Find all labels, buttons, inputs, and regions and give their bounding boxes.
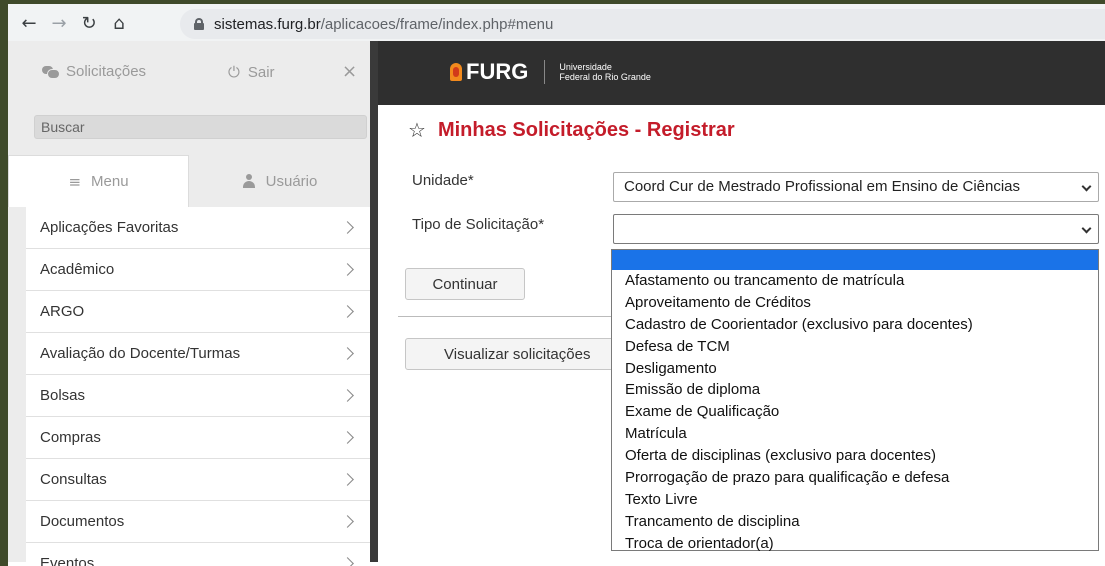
solicitacoes-button[interactable]: Solicitações xyxy=(42,63,146,80)
sidebar-item-consultas[interactable]: Consultas xyxy=(26,459,370,501)
dropdown-option[interactable]: Exame de Qualificação xyxy=(612,401,1098,423)
url-field[interactable]: sistemas.furg.br/aplicacoes/frame/index.… xyxy=(180,9,1105,39)
sidebar-item-avaliacao[interactable]: Avaliação do Docente/Turmas xyxy=(26,333,370,375)
url-host: sistemas.furg.br xyxy=(214,15,321,33)
chevron-right-icon xyxy=(341,515,354,528)
tab-usuario[interactable]: Usuário xyxy=(189,155,370,207)
chevron-down-icon xyxy=(1081,223,1092,234)
sidebar-item-compras[interactable]: Compras xyxy=(26,417,370,459)
unidade-value: Coord Cur de Mestrado Profissional em En… xyxy=(624,178,1021,195)
forward-icon[interactable]: → xyxy=(44,9,74,39)
chevron-right-icon xyxy=(341,263,354,276)
page-title-row: ☆ Minhas Solicitações - Registrar xyxy=(408,118,735,142)
chevron-right-icon xyxy=(341,221,354,234)
tipo-select[interactable] xyxy=(613,214,1099,244)
dropdown-option[interactable]: Texto Livre xyxy=(612,489,1098,511)
sidebar-item-favoritas[interactable]: Aplicações Favoritas xyxy=(26,207,370,249)
sidebar-divider xyxy=(370,41,378,562)
power-icon: ⏻ xyxy=(228,63,240,81)
back-icon[interactable]: ← xyxy=(14,9,44,39)
tab-menu[interactable]: ≡ Menu xyxy=(8,155,189,207)
unidade-label: Unidade* xyxy=(412,172,474,189)
lock-icon xyxy=(194,18,204,30)
sidebar-item-argo[interactable]: ARGO xyxy=(26,291,370,333)
visualizar-button[interactable]: Visualizar solicitações xyxy=(405,338,635,370)
sidebar: Solicitações ⏻ Sair × Buscar ≡ Menu Usuá… xyxy=(8,41,370,566)
reload-icon[interactable]: ↻ xyxy=(74,9,104,39)
sidebar-item-label: Documentos xyxy=(40,513,125,530)
hamburger-icon: ≡ xyxy=(68,172,82,191)
sidebar-item-label: Acadêmico xyxy=(40,261,115,278)
sidebar-item-bolsas[interactable]: Bolsas xyxy=(26,375,370,417)
sidebar-item-label: Compras xyxy=(40,429,101,446)
url-path: /aplicacoes/frame/index.php#menu xyxy=(320,15,554,33)
dropdown-option[interactable]: Defesa de TCM xyxy=(612,336,1098,358)
sidebar-topbar: Solicitações ⏻ Sair × xyxy=(8,41,370,105)
dropdown-option[interactable]: Oferta de disciplinas (exclusivo para do… xyxy=(612,445,1098,467)
dropdown-option[interactable]: Trancamento de disciplina xyxy=(612,511,1098,533)
sidebar-item-label: Aplicações Favoritas xyxy=(40,219,179,236)
sidebar-tabs: ≡ Menu Usuário xyxy=(8,155,370,207)
sidebar-item-eventos[interactable]: Eventos xyxy=(26,543,370,566)
logo-sub-line1: Universidade xyxy=(559,62,612,72)
dropdown-option[interactable]: Cadastro de Coorientador (exclusivo para… xyxy=(612,314,1098,336)
sidebar-item-label: Bolsas xyxy=(40,387,86,404)
sair-label: Sair xyxy=(247,63,275,81)
tab-menu-label: Menu xyxy=(91,173,129,190)
sair-button[interactable]: ⏻ Sair xyxy=(228,63,275,81)
page-title: Minhas Solicitações - Registrar xyxy=(437,118,735,141)
sidebar-item-label: Eventos xyxy=(40,555,95,566)
dropdown-option[interactable]: Troca de orientador(a) xyxy=(612,533,1098,555)
chevron-down-icon xyxy=(1081,181,1092,192)
continuar-button[interactable]: Continuar xyxy=(405,268,525,300)
menu-list: Aplicações Favoritas Acadêmico ARGO Aval… xyxy=(26,207,370,566)
tipo-dropdown-list: Afastamento ou trancamento de matrícula … xyxy=(611,249,1099,552)
tipo-label: Tipo de Solicitação* xyxy=(412,216,545,233)
chevron-right-icon xyxy=(341,389,354,402)
furg-logo[interactable]: FURG Universidade Federal do Rio Grande xyxy=(450,59,651,85)
logo-text: FURG xyxy=(466,59,529,84)
dropdown-option[interactable]: Desligamento xyxy=(612,358,1098,380)
sidebar-item-label: Avaliação do Docente/Turmas xyxy=(40,345,241,362)
dropdown-option[interactable]: Emissão de diploma xyxy=(612,379,1098,401)
chevron-right-icon xyxy=(341,431,354,444)
dropdown-option-empty[interactable] xyxy=(612,250,1098,270)
address-bar: ← → ↻ ⌂ sistemas.furg.br/aplicacoes/fram… xyxy=(8,4,1105,44)
logo-subtitle: Universidade Federal do Rio Grande xyxy=(559,62,651,82)
furg-logo-icon xyxy=(450,63,462,81)
dropdown-option[interactable]: Aproveitamento de Créditos xyxy=(612,292,1098,314)
chevron-right-icon xyxy=(341,305,354,318)
user-icon xyxy=(242,174,256,188)
divider xyxy=(398,316,612,317)
search-input[interactable]: Buscar xyxy=(34,115,367,139)
tab-usuario-label: Usuário xyxy=(265,172,318,190)
star-icon[interactable]: ☆ xyxy=(408,118,426,142)
chevron-right-icon xyxy=(341,557,354,566)
dropdown-option[interactable]: Prorrogação de prazo para qualificação e… xyxy=(612,467,1098,489)
sidebar-item-label: ARGO xyxy=(40,303,85,320)
close-icon[interactable]: × xyxy=(342,61,357,82)
unidade-select[interactable]: Coord Cur de Mestrado Profissional em En… xyxy=(613,172,1099,202)
solicitacoes-label: Solicitações xyxy=(66,63,147,80)
home-icon[interactable]: ⌂ xyxy=(104,9,134,39)
chat-icon xyxy=(42,65,60,79)
dropdown-option[interactable]: Matrícula xyxy=(612,423,1098,445)
dropdown-option[interactable]: Afastamento ou trancamento de matrícula xyxy=(612,270,1098,292)
app-header: FURG Universidade Federal do Rio Grande xyxy=(378,41,1105,105)
sidebar-item-label: Consultas xyxy=(40,471,107,488)
chevron-right-icon xyxy=(341,473,354,486)
sidebar-item-academico[interactable]: Acadêmico xyxy=(26,249,370,291)
sidebar-item-documentos[interactable]: Documentos xyxy=(26,501,370,543)
logo-divider xyxy=(544,60,546,84)
chevron-right-icon xyxy=(341,347,354,360)
logo-sub-line2: Federal do Rio Grande xyxy=(559,72,651,82)
